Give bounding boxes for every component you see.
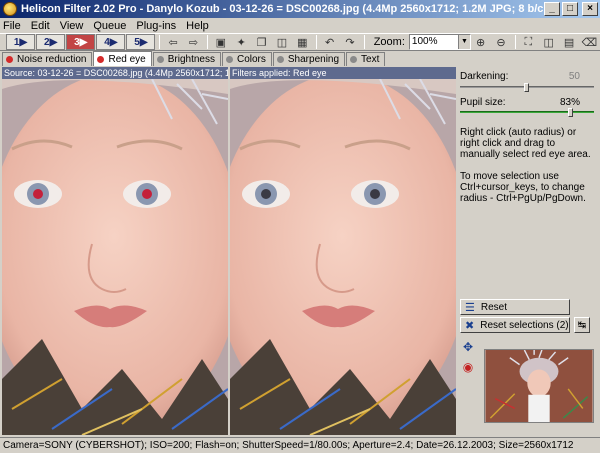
- tab-red-eye[interactable]: Red eye: [93, 51, 152, 66]
- tab-colors[interactable]: Colors: [221, 52, 272, 66]
- tab-noise-reduction[interactable]: Noise reduction: [2, 52, 93, 66]
- fixed-eye-pupil: [261, 189, 271, 199]
- darkening-label: Darkening:: [460, 71, 509, 82]
- tab-status-icon: [156, 56, 164, 63]
- tab-text[interactable]: Text: [346, 52, 386, 66]
- zoom-label: Zoom:: [373, 36, 405, 48]
- menu-queue[interactable]: Queue: [93, 20, 126, 32]
- darkening-value: 50: [568, 71, 580, 82]
- close-icon[interactable]: ×: [582, 2, 598, 16]
- tab-status-icon: [276, 56, 284, 63]
- eraser-icon[interactable]: ⌫: [580, 34, 599, 50]
- eye-icon[interactable]: ◉: [460, 359, 476, 375]
- menu-plugins[interactable]: Plug-ins: [136, 20, 176, 32]
- single-view-icon[interactable]: ▤: [559, 34, 578, 50]
- toolbar-separator: [207, 35, 209, 49]
- result-caption: Filters applied: Red eye: [230, 67, 456, 79]
- result-image-pane[interactable]: Filters applied: Red eye: [230, 67, 456, 435]
- help-paragraph: To move selection use Ctrl+cursor_keys, …: [460, 171, 586, 204]
- red-eye-pupil: [142, 189, 152, 199]
- step-3-button[interactable]: 3 ▶: [66, 34, 96, 50]
- step-2-button[interactable]: 2 ▶: [36, 34, 66, 50]
- tab-status-icon: [6, 56, 13, 63]
- tab-brightness[interactable]: Brightness: [152, 52, 221, 66]
- step-5-button[interactable]: 5 ▶: [126, 34, 156, 50]
- pupil-size-value: 83%: [559, 97, 580, 108]
- slider-thumb[interactable]: [524, 83, 529, 92]
- chevron-down-icon[interactable]: ▼: [457, 35, 470, 49]
- zoom-select[interactable]: 100% ▼: [408, 34, 471, 50]
- source-photo[interactable]: [2, 79, 228, 435]
- step-4-button[interactable]: 4 ▶: [96, 34, 126, 50]
- fit-icon[interactable]: ⛶: [519, 34, 538, 50]
- menu-bar: File Edit View Queue Plug-ins Help: [0, 18, 600, 33]
- minimize-icon[interactable]: _: [544, 2, 560, 16]
- filter-tabs: Noise reduction Red eye Brightness Color…: [0, 51, 600, 66]
- toolbar: 1 ▶ 2 ▶ 3 ▶ 4 ▶ 5 ▶ ⇦ ⇨ ▣ ✦ ❐ ◫ ▦ ↶ ↷ Zoom: 1…: [0, 33, 600, 51]
- reset-icon: ☰: [465, 301, 475, 314]
- menu-view[interactable]: View: [60, 20, 84, 32]
- toolbar-separator: [315, 35, 317, 49]
- help-paragraph: Right click (auto radius) or right click…: [460, 127, 591, 160]
- slider-thumb[interactable]: [568, 108, 574, 117]
- toolbar-separator: [159, 35, 161, 49]
- step-1-button[interactable]: 1 ▶: [6, 34, 36, 50]
- pupil-size-label: Pupil size:: [460, 97, 506, 108]
- red-eye-pupil: [33, 189, 43, 199]
- menu-edit[interactable]: Edit: [31, 20, 50, 32]
- sync-icon[interactable]: ↹: [574, 317, 590, 333]
- maximize-icon[interactable]: □: [562, 2, 578, 16]
- undo-icon[interactable]: ↶: [320, 34, 339, 50]
- tab-status-icon: [97, 55, 105, 63]
- tab-status-icon: [225, 56, 233, 63]
- red-eye-help-text: Right click (auto radius) or right click…: [460, 127, 594, 215]
- tab-sharpening[interactable]: Sharpening: [272, 52, 346, 66]
- navigator-thumbnail[interactable]: [484, 349, 594, 423]
- save-icon[interactable]: ▦: [293, 34, 312, 50]
- cross-icon: ✖: [465, 319, 475, 332]
- source-caption: Source: 03-12-26 = DSC00268.jpg (4.4Mp 2…: [2, 67, 228, 79]
- menu-help[interactable]: Help: [186, 20, 209, 32]
- source-image-pane[interactable]: Source: 03-12-26 = DSC00268.jpg (4.4Mp 2…: [2, 67, 228, 435]
- split-view-icon[interactable]: ◫: [539, 34, 558, 50]
- fixed-eye-pupil: [370, 189, 380, 199]
- status-bar: Camera=SONY (CYBERSHOT); ISO=200; Flash=…: [0, 437, 600, 453]
- zoom-in-icon[interactable]: ⊕: [471, 34, 490, 50]
- darkening-slider[interactable]: [460, 83, 594, 92]
- toolbar-separator: [363, 35, 365, 49]
- tab-status-icon: [350, 56, 358, 63]
- menu-file[interactable]: File: [3, 20, 21, 32]
- paste-icon[interactable]: ◫: [272, 34, 291, 50]
- move-icon[interactable]: ✥: [460, 339, 476, 355]
- title-bar: Helicon Filter 2.02 Pro - Danylo Kozub -…: [0, 0, 600, 18]
- copy-icon[interactable]: ❐: [252, 34, 271, 50]
- window-title: Helicon Filter 2.02 Pro - Danylo Kozub -…: [21, 3, 544, 15]
- back-arrow-icon[interactable]: ⇦: [163, 34, 182, 50]
- magic-wand-icon[interactable]: ✦: [232, 34, 251, 50]
- red-eye-settings-panel: Darkening: 50 Pupil size: 83% Right clic…: [458, 67, 598, 435]
- forward-arrow-icon[interactable]: ⇨: [184, 34, 203, 50]
- toolbar-separator: [514, 35, 516, 49]
- helicon-app-icon[interactable]: [3, 2, 17, 16]
- zoom-out-icon[interactable]: ⊖: [491, 34, 510, 50]
- redo-icon[interactable]: ↷: [340, 34, 359, 50]
- pupil-size-slider[interactable]: [460, 108, 594, 117]
- result-photo[interactable]: [230, 79, 456, 435]
- reset-button[interactable]: ☰ Reset: [460, 299, 570, 315]
- slider-track: [460, 111, 594, 113]
- reset-selections-button[interactable]: ✖ Reset selections (2): [460, 317, 570, 333]
- image-icon[interactable]: ▣: [211, 34, 230, 50]
